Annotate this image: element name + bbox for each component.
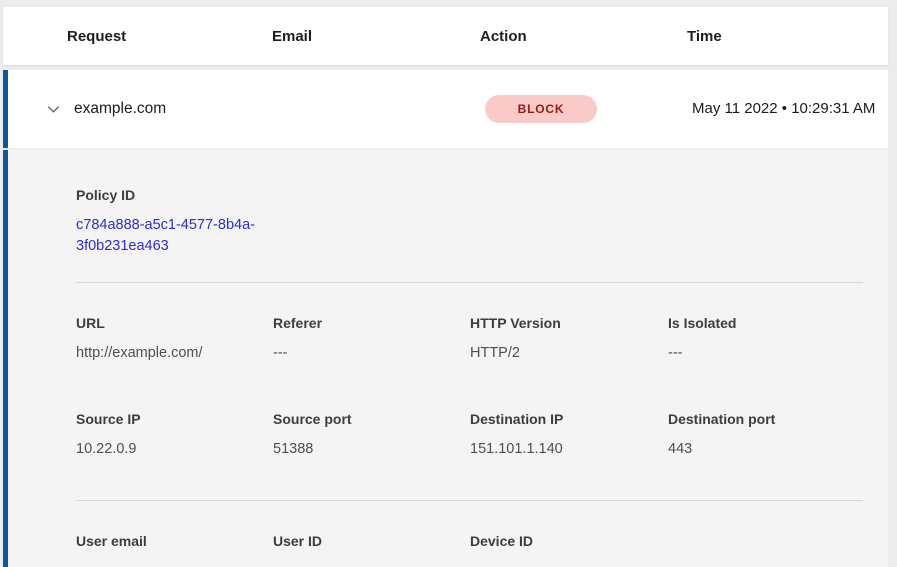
field-label: Device ID — [470, 532, 668, 550]
field-http-version: HTTP Version HTTP/2 — [470, 314, 668, 363]
divider — [76, 282, 863, 283]
detail-fields-row-http: URL http://example.com/ Referer --- HTTP… — [76, 314, 863, 363]
field-value: --- — [76, 561, 273, 567]
field-label: Source port — [273, 410, 470, 428]
row-action-cell: BLOCK — [485, 95, 692, 123]
policy-id-label: Policy ID — [76, 186, 863, 204]
column-header-time: Time — [687, 28, 888, 45]
table-header-row: Request Email Action Time — [3, 7, 888, 65]
field-label: Destination port — [668, 410, 863, 428]
field-referer: Referer --- — [273, 314, 470, 363]
field-value: http://example.com/ — [76, 343, 273, 363]
detail-fields-row-user: User email --- User ID --- Device ID --- — [76, 532, 863, 567]
column-header-email: Email — [272, 28, 480, 45]
field-device-id: Device ID --- — [470, 532, 668, 567]
gateway-log-page: Request Email Action Time example.com BL… — [0, 0, 897, 567]
field-label: Source IP — [76, 410, 273, 428]
chevron-down-icon[interactable] — [44, 100, 62, 118]
field-value: --- — [668, 343, 863, 363]
table-row[interactable]: example.com BLOCK May 11 2022 • 10:29:31… — [3, 70, 888, 148]
divider — [76, 500, 863, 501]
row-detail-panel: Policy ID c784a888-a5c1-4577-8b4a-3f0b23… — [3, 150, 888, 567]
detail-fields-row-network: Source IP 10.22.0.9 Source port 51388 De… — [76, 410, 863, 459]
column-header-request: Request — [67, 28, 272, 45]
log-table: Request Email Action Time example.com BL… — [3, 7, 888, 567]
status-badge-block: BLOCK — [485, 95, 597, 123]
field-value: --- — [273, 343, 470, 363]
field-label: HTTP Version — [470, 314, 668, 332]
field-value: --- — [273, 561, 470, 567]
field-value: HTTP/2 — [470, 343, 668, 363]
field-value: --- — [470, 561, 668, 567]
row-request-value: example.com — [72, 100, 277, 118]
field-label: Referer — [273, 314, 470, 332]
field-label: Destination IP — [470, 410, 668, 428]
field-destination-ip: Destination IP 151.101.1.140 — [470, 410, 668, 459]
field-user-id: User ID --- — [273, 532, 470, 567]
field-url: URL http://example.com/ — [76, 314, 273, 363]
column-header-action: Action — [480, 28, 687, 45]
policy-id-section: Policy ID c784a888-a5c1-4577-8b4a-3f0b23… — [76, 186, 863, 257]
field-value: 51388 — [273, 439, 470, 459]
field-label: URL — [76, 314, 273, 332]
field-source-ip: Source IP 10.22.0.9 — [76, 410, 273, 459]
field-value: 10.22.0.9 — [76, 439, 273, 459]
field-destination-port: Destination port 443 — [668, 410, 863, 459]
field-source-port: Source port 51388 — [273, 410, 470, 459]
field-label: User ID — [273, 532, 470, 550]
field-is-isolated: Is Isolated --- — [668, 314, 863, 363]
field-user-email: User email --- — [76, 532, 273, 567]
field-empty — [668, 532, 863, 567]
field-label: User email — [76, 532, 273, 550]
row-time-value: May 11 2022 • 10:29:31 AM — [692, 97, 880, 121]
field-value: 151.101.1.140 — [470, 439, 668, 459]
field-value: 443 — [668, 439, 863, 459]
field-label: Is Isolated — [668, 314, 863, 332]
policy-id-link[interactable]: c784a888-a5c1-4577-8b4a-3f0b231ea463 — [76, 215, 276, 257]
